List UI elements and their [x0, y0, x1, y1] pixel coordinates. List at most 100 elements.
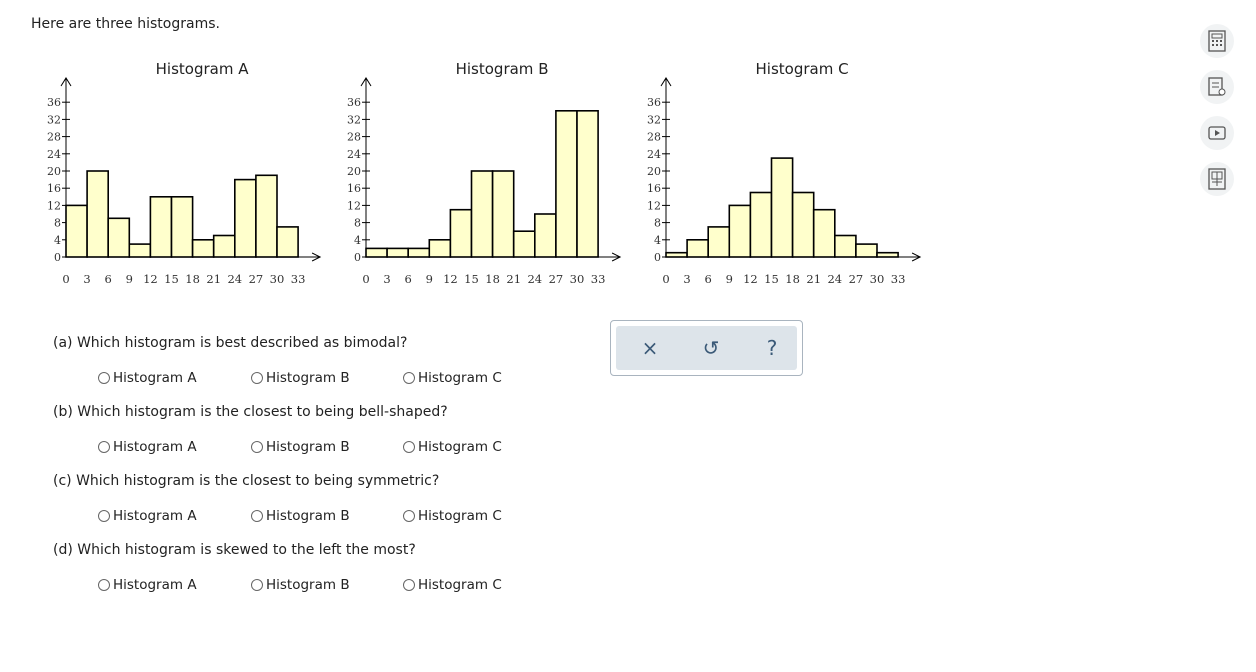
- x-tick-label: 9: [126, 272, 133, 286]
- notes-button[interactable]: [1200, 70, 1234, 104]
- radio-icon[interactable]: [251, 441, 263, 453]
- x-tick-label: 30: [270, 272, 285, 286]
- chart-title: Histogram C: [756, 60, 849, 78]
- radio-icon[interactable]: [98, 441, 110, 453]
- calculator-button[interactable]: [1200, 24, 1234, 58]
- histogram-svg: Histogram C048121620242832360 3 6 9 12 15 18 21…: [647, 60, 922, 286]
- question-c-option-histogram-c[interactable]: Histogram C: [403, 508, 502, 524]
- undo-button[interactable]: ↺: [691, 326, 731, 370]
- x-tick-label: 24: [227, 272, 242, 286]
- y-tick-label: 32: [647, 113, 661, 126]
- histogram-b: Histogram B 0 4 8 12 16 20 24 28 32 36 0 3 6 9 12 15 18 21…: [330, 55, 630, 295]
- histogram-bar: [234, 178, 257, 258]
- radio-icon[interactable]: [98, 510, 110, 522]
- question-c-options: Histogram A Histogram B Histogram C: [98, 508, 538, 528]
- histogram-bar: [276, 226, 299, 258]
- question-a-option-histogram-a[interactable]: Histogram A: [98, 370, 197, 386]
- question-c-option-histogram-b[interactable]: Histogram B: [251, 508, 350, 524]
- histogram-bar: [407, 247, 431, 258]
- x-tick-label: 30: [870, 272, 885, 286]
- y-tick-label: 4: [54, 234, 61, 247]
- undo-icon: ↺: [702, 336, 720, 360]
- question-b-option-histogram-a[interactable]: Histogram A: [98, 439, 197, 455]
- x-tick-label: 15: [464, 272, 479, 286]
- y-tick-label: 24: [47, 148, 61, 161]
- radio-icon[interactable]: [98, 372, 110, 384]
- histogram-bar: [812, 208, 836, 258]
- y-tick-label: 16: [647, 182, 661, 195]
- question-d-option-histogram-b[interactable]: Histogram B: [251, 577, 350, 593]
- clear-button[interactable]: ×: [630, 326, 670, 370]
- question-b-text: (b) Which histogram is the closest to be…: [53, 404, 448, 420]
- radio-icon[interactable]: [251, 510, 263, 522]
- question-d-text: (d) Which histogram is skewed to the lef…: [53, 542, 416, 558]
- histogram-bar: [170, 196, 194, 258]
- y-tick-label: 12: [347, 199, 361, 212]
- histogram-bar: [512, 230, 536, 258]
- textbook-button[interactable]: [1200, 162, 1234, 196]
- question-d-option-histogram-a[interactable]: Histogram A: [98, 577, 197, 593]
- question-d-options: Histogram A Histogram B Histogram C: [98, 577, 538, 597]
- x-tick-label: 27: [549, 272, 564, 286]
- x-tick-label: 6: [705, 272, 712, 286]
- close-icon: ×: [641, 336, 659, 360]
- question-a-option-histogram-b[interactable]: Histogram B: [251, 370, 350, 386]
- histogram-a: Histogram A 0 4 8 12 16 20 24 28 32 36 0 3 6 9 12 15 18 21…: [30, 55, 330, 295]
- histogram-bar: [555, 109, 578, 258]
- y-tick-label: 28: [47, 131, 61, 144]
- histogram-bar: [876, 251, 899, 258]
- histogram-bar: [728, 204, 752, 258]
- radio-icon[interactable]: [403, 510, 415, 522]
- question-d-option-histogram-c[interactable]: Histogram C: [403, 577, 502, 593]
- x-tick-label: 9: [426, 272, 433, 286]
- histogram-bar: [255, 174, 278, 258]
- histogram-bar: [128, 243, 152, 258]
- intro-text: Here are three histograms.: [31, 16, 220, 32]
- radio-icon[interactable]: [251, 372, 263, 384]
- question-c-option-histogram-a[interactable]: Histogram A: [98, 508, 197, 524]
- x-tick-label: 18: [785, 272, 800, 286]
- question-a-options: Histogram A Histogram B Histogram C: [98, 370, 538, 390]
- histogram-bar: [65, 204, 88, 258]
- video-icon: [1208, 126, 1226, 140]
- histogram-bar: [791, 191, 815, 258]
- question-b-option-histogram-b[interactable]: Histogram B: [251, 439, 350, 455]
- radio-icon[interactable]: [251, 579, 263, 591]
- x-tick-label: 6: [105, 272, 112, 286]
- x-tick-label: 15: [764, 272, 779, 286]
- video-button[interactable]: [1200, 116, 1234, 150]
- x-tick-label: 12: [443, 272, 458, 286]
- y-tick-label: 20: [647, 165, 661, 178]
- y-tick-label: 8: [54, 217, 61, 230]
- calculator-icon: [1208, 30, 1226, 52]
- x-tick-label: 0: [662, 272, 669, 286]
- radio-icon[interactable]: [403, 441, 415, 453]
- question-b-option-histogram-c[interactable]: Histogram C: [403, 439, 502, 455]
- x-tick-label: 6: [405, 272, 412, 286]
- x-tick-label: 9: [726, 272, 733, 286]
- x-tick-label: 27: [249, 272, 264, 286]
- x-tick-label: 18: [485, 272, 500, 286]
- x-tick-label: 21: [206, 272, 221, 286]
- histogram-bar: [191, 239, 215, 258]
- chart-title: Histogram A: [156, 60, 250, 78]
- radio-icon[interactable]: [403, 372, 415, 384]
- y-tick-label: 20: [347, 165, 361, 178]
- radio-icon[interactable]: [98, 579, 110, 591]
- y-tick-label: 16: [347, 182, 361, 195]
- help-button[interactable]: ?: [752, 326, 792, 370]
- radio-icon[interactable]: [403, 579, 415, 591]
- x-tick-label: 33: [891, 272, 906, 286]
- question-a-option-histogram-c[interactable]: Histogram C: [403, 370, 502, 386]
- answer-button-bar: × ↺ ?: [616, 326, 797, 370]
- x-tick-label: 12: [143, 272, 158, 286]
- y-tick-label: 24: [347, 148, 361, 161]
- y-tick-label: 8: [654, 217, 661, 230]
- x-tick-label: 18: [185, 272, 200, 286]
- histogram-c: Histogram C 0 4 8 12 16 20 24 28 32 36 0 3 6 9 12 15 18 21…: [630, 55, 930, 295]
- y-tick-label: 12: [47, 199, 61, 212]
- x-tick-label: 3: [383, 272, 390, 286]
- chart-title: Histogram B: [456, 60, 549, 78]
- y-tick-label: 28: [347, 131, 361, 144]
- x-tick-label: 0: [362, 272, 369, 286]
